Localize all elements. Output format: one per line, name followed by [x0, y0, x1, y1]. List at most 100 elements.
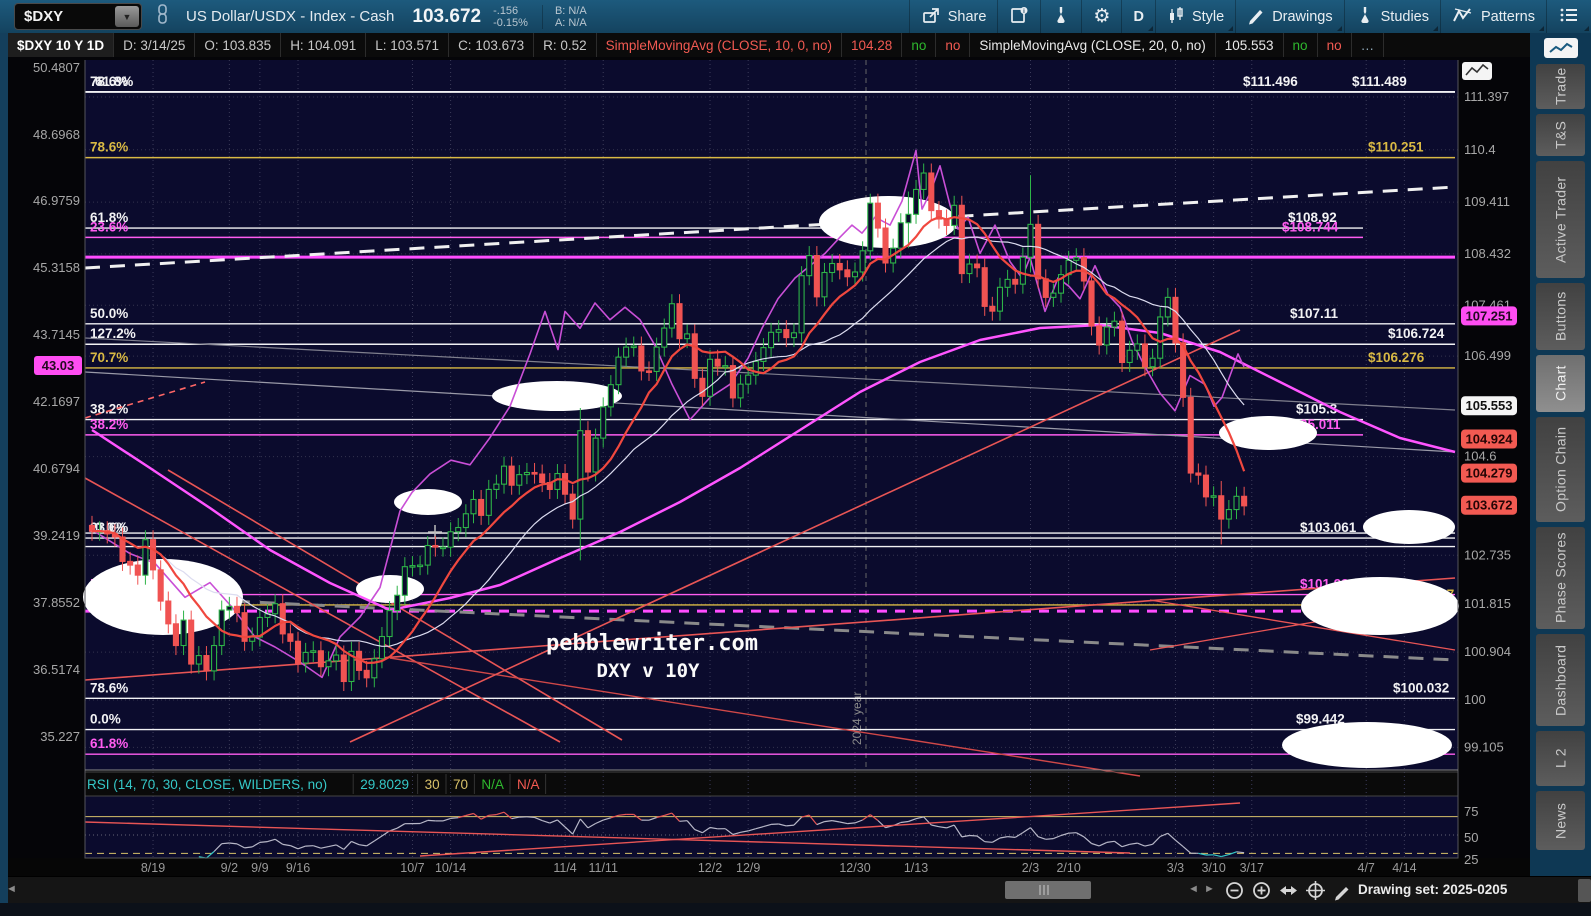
- right-sidebar: Trade T&S Active Trader Buttons Chart Option …: [1530, 33, 1591, 876]
- svg-text:3/10: 3/10: [1201, 861, 1225, 875]
- menu-button[interactable]: [1546, 0, 1591, 33]
- ohlc-cell: $DXY 10 Y 1D: [8, 33, 114, 57]
- svg-text:10/14: 10/14: [435, 861, 466, 875]
- svg-text:48.6968: 48.6968: [33, 127, 80, 142]
- gear-button[interactable]: ⚙: [1081, 0, 1121, 33]
- ohlc-cell: O: 103.835: [195, 33, 281, 57]
- svg-text:N/A: N/A: [517, 777, 540, 792]
- sidebar-tab-buttons[interactable]: Buttons: [1536, 283, 1585, 350]
- svg-text:99.105: 99.105: [1464, 739, 1504, 754]
- svg-text:101.815: 101.815: [1464, 596, 1511, 611]
- expand-horizontal-icon[interactable]: [1278, 880, 1299, 901]
- ohlc-cell: no: [1318, 33, 1352, 57]
- Style-button[interactable]: Style: [1155, 0, 1235, 33]
- flask-icon: [1356, 5, 1374, 29]
- svg-text:75: 75: [1464, 804, 1478, 819]
- bottom-toolbar: ◄ ◄ ► Drawing set: 2025-0205: [0, 876, 1591, 904]
- caret-icon: [1433, 26, 1438, 31]
- sidebar-tab-phase-scores[interactable]: Phase Scores: [1536, 527, 1585, 629]
- symbol-dropdown-button[interactable]: ▼: [115, 6, 139, 27]
- note-button[interactable]: i: [997, 0, 1040, 33]
- ohlc-cell: C: 103.673: [449, 33, 534, 57]
- svg-text:25: 25: [1464, 852, 1478, 867]
- svg-text:9/2: 9/2: [221, 861, 238, 875]
- candles-icon: [1167, 5, 1185, 29]
- scrollbar-corner: [1578, 879, 1591, 902]
- caret-icon: [1584, 26, 1589, 31]
- symbol-text: $DXY: [24, 8, 115, 25]
- svg-text:11/11: 11/11: [588, 861, 617, 875]
- svg-text:11/4: 11/4: [553, 861, 576, 875]
- svg-text:3/17: 3/17: [1240, 861, 1264, 875]
- svg-text:35.227: 35.227: [40, 729, 80, 744]
- price-chart[interactable]: 2024 year78.6%61.8%$111.496$111.48978.6%…: [0, 57, 1530, 876]
- svg-text:23.6%: 23.6%: [90, 219, 128, 234]
- gadget-chart-icon[interactable]: [1544, 38, 1578, 58]
- crosshair-icon[interactable]: [1305, 880, 1326, 901]
- sidebar-tab-option-chain[interactable]: Option Chain: [1536, 417, 1585, 522]
- sidebar-tab-chart[interactable]: Chart: [1536, 355, 1585, 412]
- time-scrollbar[interactable]: [1005, 881, 1091, 899]
- sidebar-tab-l-2[interactable]: L 2: [1536, 731, 1585, 786]
- flask-icon: [1052, 5, 1070, 29]
- D-button[interactable]: D: [1121, 0, 1154, 33]
- zoom-in-icon[interactable]: [1251, 880, 1272, 901]
- svg-text:104.6: 104.6: [1464, 449, 1497, 464]
- sidebar-tab-t-s[interactable]: T&S: [1536, 114, 1585, 156]
- ohlc-cell: D: 3/14/25: [114, 33, 195, 57]
- sidebar-tab-news[interactable]: News: [1536, 791, 1585, 850]
- pan-left-icon[interactable]: ◄: [1188, 883, 1199, 895]
- pan-right-icon[interactable]: ►: [1204, 883, 1215, 895]
- top-toolbar: $DXY ▼ US Dollar/USDX - Index - Cash 103…: [0, 0, 1591, 33]
- ohlc-cell: 104.28: [842, 33, 902, 57]
- price-change: -.156-0.15%: [493, 5, 528, 29]
- svg-text:78.6%: 78.6%: [90, 680, 128, 695]
- pencil-icon[interactable]: [1332, 880, 1353, 901]
- svg-text:2/3: 2/3: [1022, 861, 1039, 875]
- svg-text:$111.489: $111.489: [1352, 74, 1407, 89]
- svg-text:$108.744: $108.744: [1282, 219, 1339, 234]
- sidebar-tab-active-trader[interactable]: Active Trader: [1536, 161, 1585, 278]
- sidebar-tab-trade[interactable]: Trade: [1536, 64, 1585, 109]
- svg-text:50: 50: [1464, 830, 1478, 845]
- ohlc-cell: …: [1352, 33, 1385, 57]
- svg-text:61.8%: 61.8%: [95, 74, 133, 89]
- year-divider-label: 2024 year: [850, 692, 864, 745]
- svg-text:$100.032: $100.032: [1393, 680, 1449, 695]
- svg-text:29.8029: 29.8029: [360, 777, 409, 792]
- svg-text:104.279: 104.279: [1466, 466, 1513, 481]
- pencil-icon: [1247, 5, 1265, 29]
- svg-text:4/7: 4/7: [1358, 861, 1375, 875]
- flask-button[interactable]: [1040, 0, 1081, 33]
- pattern-icon: [1452, 5, 1474, 29]
- svg-text:43.7145: 43.7145: [33, 327, 80, 342]
- Studies-button[interactable]: Studies: [1344, 0, 1440, 33]
- Drawings-button[interactable]: Drawings: [1235, 0, 1343, 33]
- sidebar-tab-dashboard[interactable]: Dashboard: [1536, 634, 1585, 726]
- drawing-set-button[interactable]: Drawing set: 2025-0205: [1358, 882, 1507, 897]
- svg-text:108.432: 108.432: [1464, 246, 1511, 261]
- svg-text:pebblewriter.com: pebblewriter.com: [546, 631, 758, 656]
- svg-text:40.6794: 40.6794: [33, 461, 80, 476]
- svg-text:$106.724: $106.724: [1388, 326, 1445, 341]
- svg-text:103.672: 103.672: [1466, 498, 1513, 513]
- note-icon: i: [1009, 5, 1029, 29]
- last-price: 103.672: [412, 6, 481, 28]
- Patterns-button[interactable]: Patterns: [1440, 0, 1546, 33]
- svg-text:105.553: 105.553: [1466, 398, 1513, 413]
- svg-text:9/9: 9/9: [251, 861, 268, 875]
- ohlc-cell: SimpleMovingAvg (CLOSE, 10, 0, no): [597, 33, 842, 57]
- window-left-edge: [0, 33, 8, 903]
- svg-text:46.9759: 46.9759: [33, 193, 80, 208]
- svg-text:$110.251: $110.251: [1368, 140, 1424, 155]
- main-plot-bg: [85, 60, 1458, 770]
- svg-text:110.4: 110.4: [1464, 142, 1496, 157]
- symbol-input[interactable]: $DXY ▼: [14, 3, 142, 30]
- svg-text:3/3: 3/3: [1167, 861, 1184, 875]
- svg-text:100.904: 100.904: [1464, 644, 1511, 659]
- zoom-out-icon[interactable]: [1224, 880, 1245, 901]
- svg-text:70.7%: 70.7%: [90, 350, 128, 365]
- svg-text:12/30: 12/30: [839, 861, 870, 875]
- Share-button[interactable]: Share: [909, 0, 998, 33]
- link-icon[interactable]: [154, 3, 170, 30]
